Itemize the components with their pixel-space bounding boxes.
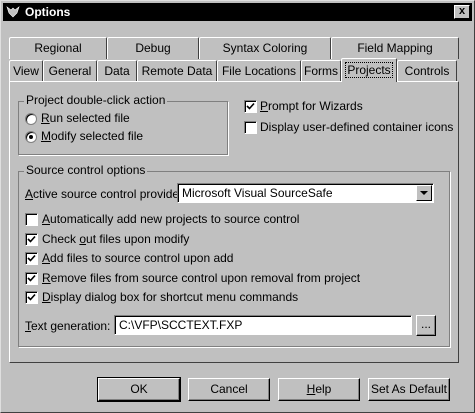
close-icon: x [458,5,466,17]
checkmark-icon [27,293,36,301]
check-out-checkbox[interactable] [25,233,38,246]
source-control-group-label: Source control options [24,163,148,177]
provider-value: Microsoft Visual SourceSafe [182,186,333,200]
remove-files-label[interactable]: Remove files from source control upon re… [42,271,360,285]
add-files-checkbox[interactable] [25,252,38,265]
project-action-group [18,101,228,155]
run-selected-file-label[interactable]: Run selected file [41,111,130,125]
checkmark-icon [27,274,36,282]
tab-general[interactable]: General [43,60,97,81]
modify-selected-file-label[interactable]: Modify selected file [41,129,143,143]
radio-selected-dot [29,135,33,139]
tab-field-mapping[interactable]: Field Mapping [331,37,459,59]
close-button[interactable]: x [454,5,470,19]
tab-controls[interactable]: Controls [397,60,457,81]
modify-selected-file-radio[interactable] [25,131,37,143]
display-dialog-checkbox[interactable] [25,291,38,304]
add-files-label[interactable]: Add files to source control upon add [42,251,233,265]
provider-dropdown[interactable]: Microsoft Visual SourceSafe [177,183,434,203]
checkmark-icon [27,235,36,243]
tab-file-locations[interactable]: File Locations [217,60,301,81]
check-out-label[interactable]: Check out files upon modify [42,232,189,246]
chevron-down-icon [420,191,428,195]
project-action-group-label: Project double-click action [24,93,168,107]
display-dialog-label[interactable]: Display dialog box for shortcut menu com… [42,290,298,304]
display-container-icons-label[interactable]: Display user-defined container icons [260,120,453,134]
provider-label: Active source control provider: [25,187,187,201]
remove-files-checkbox[interactable] [25,272,38,285]
tab-syntax-coloring[interactable]: Syntax Coloring [199,37,331,59]
provider-dropdown-button[interactable] [416,185,432,201]
prompt-wizards-label[interactable]: Prompt for Wizards [260,99,363,113]
tab-regional[interactable]: Regional [9,37,107,59]
window-title: Options [25,5,71,19]
browse-button[interactable]: ... [416,315,436,336]
projects-tab-panel: Project double-click action Run selected… [9,81,459,363]
auto-add-label[interactable]: Automatically add new projects to source… [42,212,299,226]
set-as-default-button[interactable]: Set As Default [368,378,450,401]
text-generation-input[interactable]: C:\VFP\SCCTEXT.FXP [114,315,412,335]
cancel-button[interactable]: Cancel [188,378,270,401]
prompt-wizards-checkbox[interactable] [244,100,257,113]
display-container-icons-checkbox[interactable] [244,121,257,134]
auto-add-checkbox[interactable] [25,213,38,226]
fox-app-icon [6,6,20,18]
ok-button[interactable]: OK [97,377,181,402]
tab-forms[interactable]: Forms [301,60,341,81]
tab-view[interactable]: View [9,60,43,81]
tab-data[interactable]: Data [97,60,137,81]
help-button[interactable]: Help [278,378,360,401]
run-selected-file-radio[interactable] [25,113,37,125]
checkmark-icon [27,254,36,262]
tab-projects[interactable]: Projects [341,58,397,82]
title-bar: Options x [3,3,472,21]
text-generation-value: C:\VFP\SCCTEXT.FXP [119,318,243,332]
text-generation-label: Text generation: [25,319,111,333]
checkmark-icon [246,102,255,110]
options-dialog: Options x Regional Debug Syntax Coloring… [0,0,475,413]
tab-debug[interactable]: Debug [107,37,199,59]
tab-remote-data[interactable]: Remote Data [137,60,217,81]
